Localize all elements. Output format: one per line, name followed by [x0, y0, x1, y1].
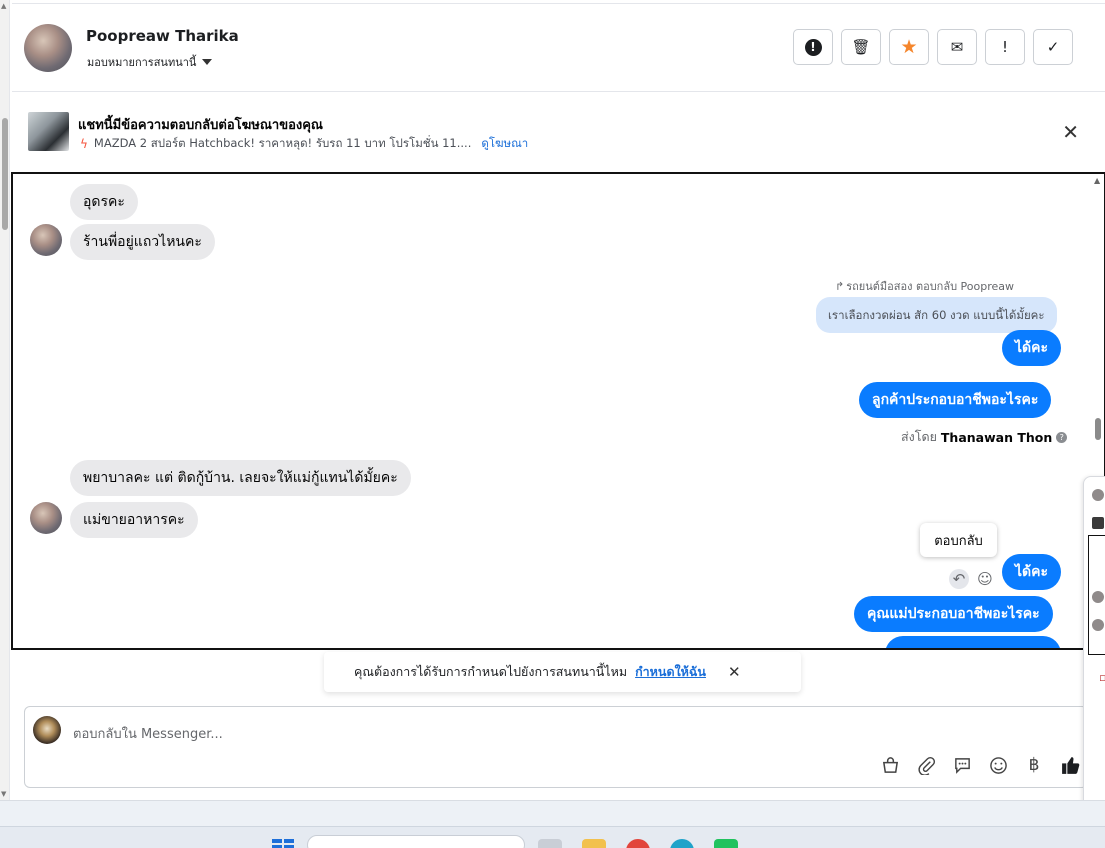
- side-avatar[interactable]: [1092, 619, 1104, 631]
- reply-input[interactable]: ตอบกลับใน Messenger...: [73, 723, 223, 744]
- sender-avatar[interactable]: [30, 224, 62, 256]
- emoji-icon[interactable]: [987, 754, 1009, 776]
- quoted-message[interactable]: เราเลือกงวดผ่อน สัก 60 งวด แบบนี้ได้มั้ย…: [816, 297, 1057, 333]
- windows-start-icon[interactable]: [272, 839, 294, 848]
- page-avatar: [33, 716, 61, 744]
- mark-done-button[interactable]: ✓: [1033, 29, 1073, 65]
- message-thread[interactable]: อุดรคะ ร้านพี่อยู่แถวไหนคะ ↱ รถยนต์มือสอ…: [11, 172, 1105, 650]
- outgoing-message[interactable]: คุณแม่ประกอบอาชีพอะไรคะ: [854, 596, 1053, 632]
- follow-up-button[interactable]: !: [985, 29, 1025, 65]
- browser-bottom-bar: [0, 800, 1105, 826]
- caret-down-icon: [202, 59, 213, 65]
- star-icon: ★: [900, 36, 918, 58]
- header-actions: ! 🗑 ★ ✉ ! ✓: [793, 29, 1073, 65]
- assign-suggestion-toast: คุณต้องการได้รับการกำหนดไปยังการสนทนานี้…: [324, 652, 801, 692]
- sent-by-name: Thanawan Thon: [940, 429, 1053, 445]
- thread-scrollbar-thumb[interactable]: [1095, 418, 1101, 440]
- sender-avatar[interactable]: [30, 502, 62, 534]
- os-taskbar: [0, 826, 1105, 848]
- task-view-icon[interactable]: [538, 839, 562, 848]
- star-button[interactable]: ★: [889, 29, 929, 65]
- outgoing-message[interactable]: ได้คะ: [1002, 554, 1062, 590]
- scroll-up-arrow-icon[interactable]: ▲: [1094, 176, 1100, 185]
- trash-icon: 🗑: [851, 38, 871, 56]
- reply-context-text: รถยนต์มือสอง ตอบกลับ Poopreaw: [846, 280, 1015, 293]
- assign-label: มอบหมายการสนทนานี้: [87, 56, 197, 69]
- assign-to-me-link[interactable]: กำหนดให้ฉัน: [635, 662, 706, 682]
- side-popup-card[interactable]: ▫: [1083, 476, 1105, 814]
- reply-arrow-icon: ↱: [835, 279, 845, 293]
- exclamation-icon: !: [1001, 38, 1008, 56]
- contact-avatar[interactable]: [24, 24, 72, 72]
- scroll-down-arrow-icon[interactable]: ▼: [1, 790, 6, 798]
- incoming-message[interactable]: แม่ขายอาหารคะ: [70, 502, 198, 538]
- ad-thumbnail[interactable]: [28, 112, 69, 151]
- outgoing-message[interactable]: ได้คะ: [1002, 330, 1062, 366]
- scroll-up-arrow-icon[interactable]: ▲: [1, 2, 6, 10]
- line-app-icon[interactable]: [714, 839, 738, 848]
- sent-by-label: ส่งโดย Thanawan Thon ?: [901, 427, 1068, 447]
- taskbar-search[interactable]: [307, 835, 525, 848]
- side-badge-icon: ▫: [1099, 671, 1105, 684]
- contact-name[interactable]: Poopreaw Tharika: [86, 27, 239, 45]
- incoming-message[interactable]: ร้านพี่อยู่แถวไหนคะ: [70, 224, 215, 260]
- help-icon[interactable]: ?: [1056, 431, 1068, 443]
- close-icon[interactable]: ✕: [1062, 120, 1079, 144]
- message-composer[interactable]: ตอบกลับใน Messenger... ฿: [24, 706, 1088, 788]
- check-icon: ✓: [1046, 38, 1060, 56]
- conversation-header: Poopreaw Tharika มอบหมายการสนทนานี้ ! 🗑 …: [12, 3, 1105, 92]
- incoming-message[interactable]: อุดรคะ: [70, 184, 138, 220]
- page-scrollbar-thumb[interactable]: [2, 118, 8, 230]
- like-thumb-icon[interactable]: [1059, 754, 1081, 776]
- reply-icon[interactable]: ↶: [949, 569, 969, 589]
- chrome-icon[interactable]: [626, 839, 650, 848]
- message-hover-tools: ↶ ☺: [949, 569, 995, 589]
- attachment-icon[interactable]: [915, 754, 937, 776]
- file-explorer-icon[interactable]: [582, 839, 606, 848]
- edge-icon[interactable]: [670, 839, 694, 848]
- page-scrollbar[interactable]: ▲ ▼: [0, 0, 10, 800]
- ad-banner-subtitle: ϟ MAZDA 2 สปอร์ต Hatchback! ราคาหลุด! รั…: [80, 135, 528, 153]
- ad-reply-banner: แชทนี้มีข้อความตอบกลับต่อโฆษณาของคุณ ϟ M…: [12, 92, 1105, 172]
- lightning-icon: ϟ: [80, 137, 88, 151]
- incoming-message[interactable]: พยาบาลคะ แต่ ติดกู้บ้าน. เลยจะให้แม่กู้แ…: [70, 460, 411, 496]
- report-button[interactable]: !: [793, 29, 833, 65]
- side-avatar[interactable]: [1092, 517, 1104, 529]
- sent-by-prefix: ส่งโดย: [901, 429, 937, 444]
- close-icon[interactable]: ✕: [728, 663, 741, 681]
- reply-tooltip: ตอบกลับ: [920, 523, 997, 557]
- mail-icon: ✉: [950, 38, 964, 56]
- outgoing-message-partial[interactable]: [885, 636, 1061, 648]
- side-avatar[interactable]: [1092, 489, 1104, 501]
- assign-suggestion-text: คุณต้องการได้รับการกำหนดไปยังการสนทนานี้…: [354, 664, 628, 679]
- assign-conversation-dropdown[interactable]: มอบหมายการสนทนานี้: [87, 53, 213, 71]
- reply-context: ↱ รถยนต์มือสอง ตอบกลับ Poopreaw: [835, 277, 1014, 295]
- baht-payment-icon[interactable]: ฿: [1023, 754, 1045, 776]
- view-ad-link[interactable]: ดูโฆษณา: [481, 135, 528, 153]
- ad-banner-title: แชทนี้มีข้อความตอบกลับต่อโฆษณาของคุณ: [78, 118, 323, 133]
- outgoing-message[interactable]: ลูกค้าประกอบอาชีพอะไรคะ: [859, 382, 1052, 418]
- mark-unread-button[interactable]: ✉: [937, 29, 977, 65]
- saved-replies-icon[interactable]: [951, 754, 973, 776]
- messenger-inbox-window: ▲ ▼ Poopreaw Tharika มอบหมายการสนทนานี้ …: [0, 0, 1105, 848]
- delete-button[interactable]: 🗑: [841, 29, 881, 65]
- side-avatar[interactable]: [1092, 591, 1104, 603]
- report-icon: !: [804, 38, 822, 56]
- ad-description: MAZDA 2 สปอร์ต Hatchback! ราคาหลุด! รับร…: [93, 136, 472, 150]
- shopping-bag-icon[interactable]: [879, 754, 901, 776]
- composer-tools: ฿: [879, 754, 1081, 776]
- emoji-reaction-icon[interactable]: ☺: [975, 569, 995, 589]
